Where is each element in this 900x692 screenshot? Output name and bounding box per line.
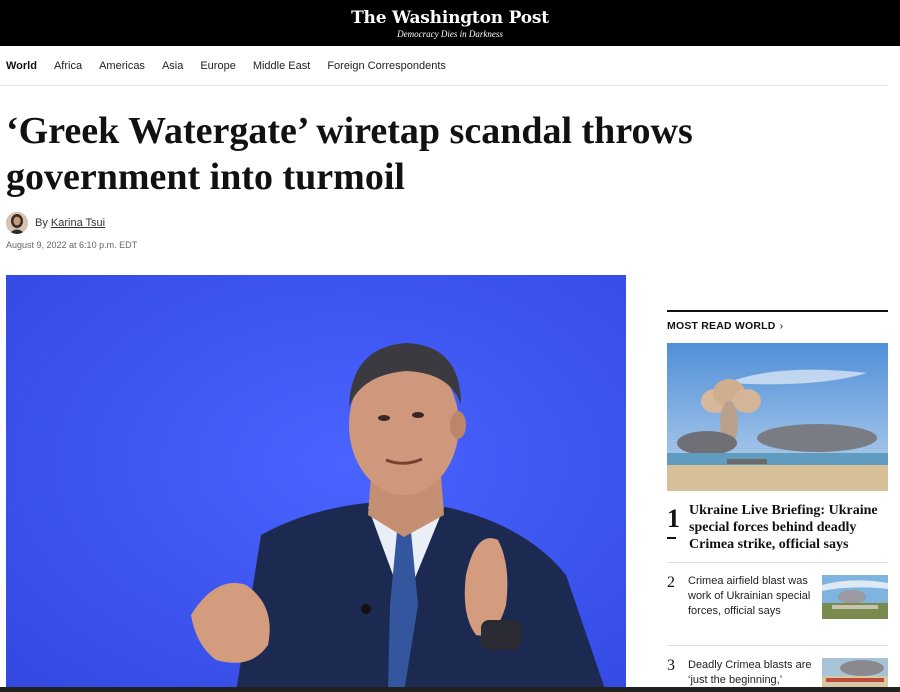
crimea-beach-thumbnail[interactable] — [822, 658, 888, 687]
most-read-headline-3[interactable]: Deadly Crimea blasts are ‘just the begin… — [688, 658, 816, 688]
bottom-bar — [0, 687, 900, 692]
nav-item-foreign-correspondents[interactable]: Foreign Correspondents — [327, 60, 446, 72]
byline: By Karina Tsui — [35, 217, 105, 229]
author-avatar[interactable] — [6, 212, 28, 234]
nav-item-middle-east[interactable]: Middle East — [253, 60, 310, 72]
publish-date: August 9, 2022 at 6:10 p.m. EDT — [6, 240, 138, 250]
site-logo[interactable]: The Washington Post — [0, 8, 900, 28]
airfield-thumbnail[interactable] — [822, 575, 888, 619]
author-link[interactable]: Karina Tsui — [51, 217, 105, 229]
masthead: The Washington Post Democracy Dies in Da… — [0, 0, 900, 46]
chevron-right-icon: › — [779, 320, 784, 332]
most-read-headline-1[interactable]: Ukraine Live Briefing: Ukraine special f… — [689, 502, 888, 553]
byline-prefix: By — [35, 217, 48, 229]
hero-image — [6, 275, 626, 692]
nav-item-africa[interactable]: Africa — [54, 60, 82, 72]
article-headline: ‘Greek Watergate’ wiretap scandal throws… — [6, 110, 693, 198]
nav-item-world[interactable]: World — [6, 60, 37, 72]
most-read-section: MOST READ WORLD › — [667, 310, 888, 332]
rank-number-1: 1 — [667, 504, 680, 533]
divider — [667, 537, 676, 539]
most-read-title[interactable]: MOST READ WORLD › — [667, 320, 783, 332]
site-tagline: Democracy Dies in Darkness — [397, 29, 503, 39]
most-read-title-text: MOST READ WORLD — [667, 320, 776, 332]
divider — [667, 562, 888, 563]
rank-number-3: 3 — [667, 657, 675, 674]
section-nav: World Africa Americas Asia Europe Middle… — [0, 46, 888, 86]
crimea-smoke-photo[interactable] — [667, 343, 888, 491]
divider — [667, 645, 888, 646]
nav-item-americas[interactable]: Americas — [99, 60, 145, 72]
most-read-headline-2[interactable]: Crimea airfield blast was work of Ukrain… — [688, 574, 816, 619]
nav-item-europe[interactable]: Europe — [200, 60, 235, 72]
rank-number-2: 2 — [667, 574, 675, 591]
nav-item-asia[interactable]: Asia — [162, 60, 183, 72]
